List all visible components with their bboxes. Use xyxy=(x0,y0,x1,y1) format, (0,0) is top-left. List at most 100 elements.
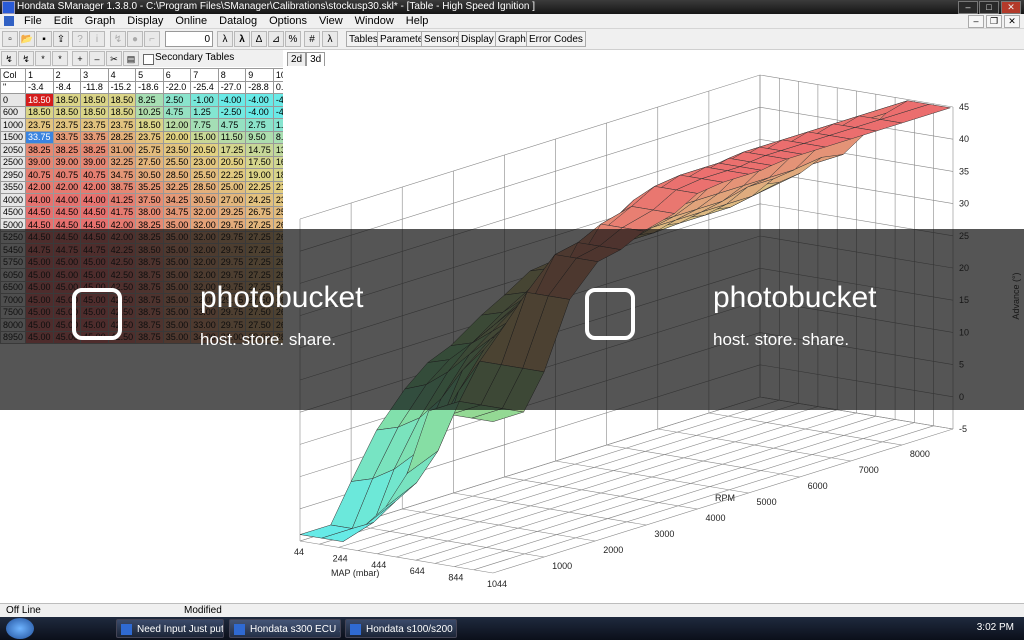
value-cell[interactable]: 26.75 xyxy=(245,205,274,219)
value-cell[interactable]: 10.25 xyxy=(135,105,164,119)
rpm-cell[interactable]: 5450 xyxy=(0,243,27,257)
value-cell[interactable]: 30.50 xyxy=(190,193,219,207)
value-cell[interactable]: 45.00 xyxy=(52,268,82,282)
record-icon[interactable]: ● xyxy=(127,31,143,47)
value-cell[interactable]: 29.75 xyxy=(217,230,247,244)
value-cell[interactable]: -4.00 xyxy=(245,93,274,107)
value-cell[interactable]: 32.00 xyxy=(190,243,219,257)
value-cell[interactable]: 44.50 xyxy=(80,205,109,219)
value-cell[interactable]: 42.50 xyxy=(107,268,137,282)
value-cell[interactable]: 22.25 xyxy=(245,180,274,194)
select-table-2-icon[interactable]: ↯ xyxy=(18,51,34,66)
value-cell[interactable]: 25.50 xyxy=(162,155,192,169)
value-cell[interactable]: 38.75 xyxy=(135,293,164,307)
lambda-bold-icon[interactable]: λ xyxy=(234,31,250,47)
increase-icon[interactable]: + xyxy=(72,51,88,66)
minimize-button[interactable]: – xyxy=(958,1,978,14)
value-cell[interactable]: 25.50 xyxy=(190,168,219,182)
value-cell[interactable]: 42.00 xyxy=(107,230,137,244)
value-cell[interactable]: 2.50 xyxy=(162,93,192,107)
value-cell[interactable]: 40.75 xyxy=(52,168,82,182)
value-cell[interactable]: 38.75 xyxy=(135,330,164,344)
value-cell[interactable]: 4.75 xyxy=(217,118,247,132)
value-cell[interactable]: 18.50 xyxy=(52,93,82,107)
value-cell[interactable]: 19.00 xyxy=(245,168,274,182)
value-cell[interactable]: 32.00 xyxy=(190,268,219,282)
delta-icon[interactable]: Δ xyxy=(251,31,267,47)
value-cell[interactable]: 38.25 xyxy=(25,143,54,157)
rpm-cell[interactable]: 1500 xyxy=(0,130,27,144)
cut-icon[interactable]: ✂ xyxy=(106,51,122,66)
value-cell[interactable]: 32.00 xyxy=(190,205,219,219)
value-cell[interactable]: 25.75 xyxy=(135,143,164,157)
value-cell[interactable]: 38.25 xyxy=(52,143,82,157)
value-cell[interactable]: 45.00 xyxy=(25,293,54,307)
value-cell[interactable]: 23.75 xyxy=(25,118,54,132)
value-cell[interactable]: 35.00 xyxy=(162,330,192,344)
taskbar-item[interactable]: Need Input Just put ... xyxy=(116,619,224,638)
clipboard-icon[interactable]: ▤ xyxy=(123,51,139,66)
value-cell[interactable]: 37.50 xyxy=(135,193,164,207)
rpm-cell[interactable]: 8950 xyxy=(0,330,27,344)
value-cell[interactable]: 35.00 xyxy=(162,305,192,319)
value-cell[interactable]: 45.00 xyxy=(25,318,54,332)
value-cell[interactable]: 32.00 xyxy=(190,218,219,232)
value-cell[interactable]: 30.50 xyxy=(135,168,164,182)
value-cell[interactable]: 42.25 xyxy=(107,243,137,257)
value-cell[interactable]: 35.25 xyxy=(135,180,164,194)
value-cell[interactable]: 14.75 xyxy=(245,143,274,157)
rpm-cell[interactable]: 7000 xyxy=(0,293,27,307)
value-cell[interactable]: 38.25 xyxy=(135,230,164,244)
value-cell[interactable]: 27.00 xyxy=(217,193,247,207)
value-cell[interactable]: 2.75 xyxy=(245,118,274,132)
value-cell[interactable]: 23.75 xyxy=(107,118,137,132)
value-cell[interactable]: 35.00 xyxy=(162,280,192,294)
close-button[interactable]: ✕ xyxy=(1001,1,1021,14)
mdi-restore-button[interactable]: ❐ xyxy=(986,15,1002,28)
value-cell[interactable]: 39.00 xyxy=(52,155,82,169)
rpm-cell[interactable]: 1000 xyxy=(0,118,27,132)
menu-view[interactable]: View xyxy=(313,15,349,27)
maximize-button[interactable]: □ xyxy=(979,1,999,14)
open-folder-icon[interactable]: 📂 xyxy=(19,31,35,47)
value-cell[interactable]: 42.50 xyxy=(107,255,137,269)
value-cell[interactable]: 42.00 xyxy=(107,218,137,232)
value-cell[interactable]: 35.00 xyxy=(162,218,192,232)
value-cell[interactable]: 29.25 xyxy=(217,205,247,219)
mdi-minimize-button[interactable]: – xyxy=(968,15,984,28)
rpm-cell[interactable]: 2500 xyxy=(0,155,27,169)
numeric-icon[interactable]: # xyxy=(304,31,320,47)
tab-graph[interactable]: Graph xyxy=(495,31,529,47)
value-cell[interactable]: 38.25 xyxy=(135,218,164,232)
rpm-cell[interactable]: 2050 xyxy=(0,143,27,157)
value-cell[interactable]: 28.50 xyxy=(162,168,192,182)
rpm-cell[interactable]: 5250 xyxy=(0,230,27,244)
start-button[interactable] xyxy=(6,618,34,639)
rpm-cell[interactable]: 5000 xyxy=(0,218,27,232)
value-cell[interactable]: 34.75 xyxy=(107,168,137,182)
value-cell[interactable]: 15.00 xyxy=(190,130,219,144)
value-cell[interactable]: 38.50 xyxy=(135,243,164,257)
value-cell[interactable]: 44.50 xyxy=(25,230,54,244)
star-table-2-icon[interactable]: * xyxy=(52,51,68,66)
surface-plot[interactable]: -5051015202530354045Advance (°)442444446… xyxy=(283,66,1024,600)
value-cell[interactable]: 18.50 xyxy=(80,93,109,107)
tab-2d[interactable]: 2d xyxy=(287,52,307,67)
rpm-cell[interactable]: 6050 xyxy=(0,268,27,282)
value-cell[interactable]: 38.75 xyxy=(135,305,164,319)
tab-tables[interactable]: Tables xyxy=(346,31,381,47)
value-cell[interactable]: 42.00 xyxy=(25,180,54,194)
value-cell[interactable]: 45.00 xyxy=(25,305,54,319)
value-cell[interactable]: 38.75 xyxy=(107,180,137,194)
value-cell[interactable]: 12.00 xyxy=(162,118,192,132)
select-table-1-icon[interactable]: ↯ xyxy=(1,51,17,66)
value-cell[interactable]: 27.25 xyxy=(245,243,274,257)
tab-error-codes[interactable]: Error Codes xyxy=(526,31,586,47)
value-cell[interactable]: 29.75 xyxy=(217,255,247,269)
value-cell[interactable]: 44.50 xyxy=(80,218,109,232)
value-input[interactable]: 0 xyxy=(165,31,213,47)
value-cell[interactable]: 44.00 xyxy=(25,193,54,207)
value-cell[interactable]: 8.25 xyxy=(135,93,164,107)
value-cell[interactable]: 23.75 xyxy=(52,118,82,132)
value-cell[interactable]: 39.00 xyxy=(80,155,109,169)
